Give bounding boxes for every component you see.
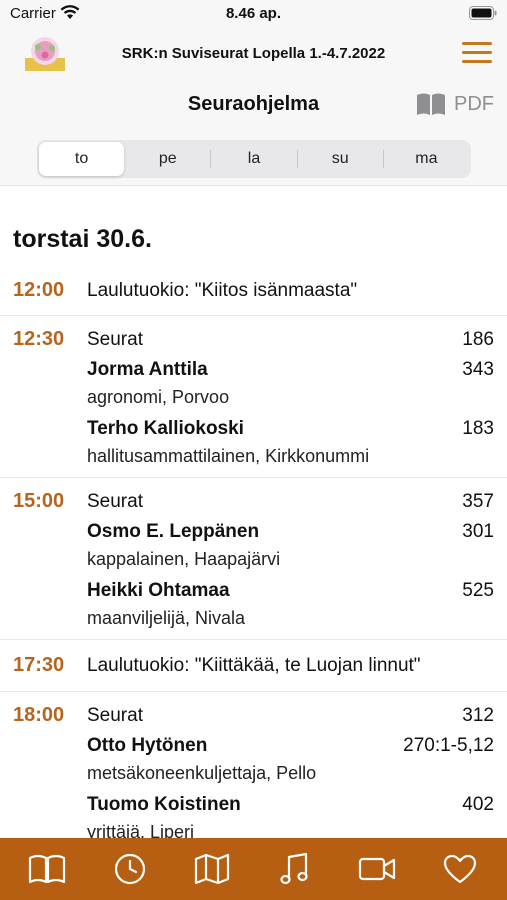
speaker-name: Terho Kalliokoski (87, 418, 244, 439)
event-title: Laulutuokio: "Kiittäkää, te Luojan linnu… (87, 655, 421, 676)
event-title: Seurat (87, 491, 143, 512)
speaker-role: yrittäjä, Liperi (87, 822, 195, 838)
event-title: Seurat (87, 329, 143, 350)
pdf-button[interactable]: PDF (416, 92, 494, 116)
event-time: 12:00 (13, 279, 65, 301)
tab-bar (0, 838, 507, 900)
status-time: 8.46 ap. (225, 5, 282, 22)
app-title: SRK:n Suviseurat Lopella 1.-4.7.2022 (121, 45, 386, 62)
day-tab-pe[interactable]: pe (125, 142, 210, 176)
app-logo (25, 37, 65, 71)
battery-icon (469, 6, 497, 20)
event-title: Seurat (87, 705, 143, 726)
speaker-name: Otto Hytönen (87, 735, 208, 756)
day-selector: to pe la su ma (37, 140, 471, 178)
day-tab-ma[interactable]: ma (384, 142, 469, 176)
hymn-number: 301 (462, 521, 494, 542)
clock-icon (114, 853, 145, 885)
music-note-icon (280, 852, 308, 885)
tab-music[interactable] (269, 847, 321, 891)
hymn-number: 357 (462, 491, 494, 512)
event-time: 12:30 (13, 328, 65, 350)
event-time: 18:00 (13, 704, 65, 726)
header: SRK:n Suviseurat Lopella 1.-4.7.2022 Seu… (0, 28, 507, 186)
hymn-number: 183 (462, 418, 494, 439)
day-heading: torstai 30.6. (13, 225, 152, 253)
pdf-label: PDF (454, 92, 494, 115)
hymn-number: 343 (462, 359, 494, 380)
event-time: 15:00 (13, 490, 65, 512)
speaker-role: metsäkoneenkuljettaja, Pello (87, 763, 317, 783)
hymn-number: 186 (462, 329, 494, 350)
hymn-number: 270:1-5,12 (403, 735, 494, 756)
open-book-icon (417, 93, 445, 115)
heart-icon (443, 854, 476, 884)
speaker-name: Heikki Ohtamaa (87, 580, 230, 601)
tab-map[interactable] (186, 847, 238, 891)
schedule-event[interactable]: 12:30 Seurat 186 Jorma Anttila 343 agron… (0, 316, 507, 478)
tab-favorites[interactable] (434, 847, 486, 891)
event-title: Laulutuokio: "Kiitos isänmaasta" (87, 280, 358, 301)
schedule-event[interactable]: 15:00 Seurat 357 Osmo E. Leppänen 301 ka… (0, 478, 507, 640)
event-time: 17:30 (13, 654, 65, 676)
speaker-role: maanviljelijä, Nivala (87, 608, 246, 628)
speaker-name: Jorma Anttila (87, 359, 208, 380)
hamburger-menu-icon[interactable] (462, 42, 492, 64)
map-icon (195, 853, 230, 885)
speaker-role: hallitusammattilainen, Kirkkonummi (87, 446, 370, 466)
hymn-number: 312 (462, 705, 494, 726)
tab-video[interactable] (351, 847, 403, 891)
speaker-name: Tuomo Koistinen (87, 794, 241, 815)
speaker-name: Osmo E. Leppänen (87, 521, 260, 542)
schedule-event[interactable]: 12:00 Laulutuokio: "Kiitos isänmaasta" (0, 267, 507, 316)
hymn-number: 402 (462, 794, 494, 815)
book-icon (29, 854, 66, 884)
status-bar: Carrier 8.46 ap. (0, 0, 507, 28)
schedule-event[interactable]: 18:00 Seurat 312 Otto Hytönen 270:1-5,12… (0, 692, 507, 838)
day-tab-la[interactable]: la (211, 142, 296, 176)
schedule-list[interactable]: torstai 30.6. 12:00 Laulutuokio: "Kiitos… (0, 187, 507, 838)
video-camera-icon (359, 857, 396, 881)
tab-schedule[interactable] (104, 847, 156, 891)
speaker-role: agronomi, Porvoo (87, 387, 230, 407)
day-tab-su[interactable]: su (298, 142, 383, 176)
speaker-role: kappalainen, Haapajärvi (87, 549, 281, 569)
day-tab-to[interactable]: to (39, 142, 125, 176)
schedule-event[interactable]: 17:30 Laulutuokio: "Kiittäkää, te Luojan… (0, 640, 507, 692)
hymn-number: 525 (462, 580, 494, 601)
tab-program[interactable] (21, 847, 73, 891)
